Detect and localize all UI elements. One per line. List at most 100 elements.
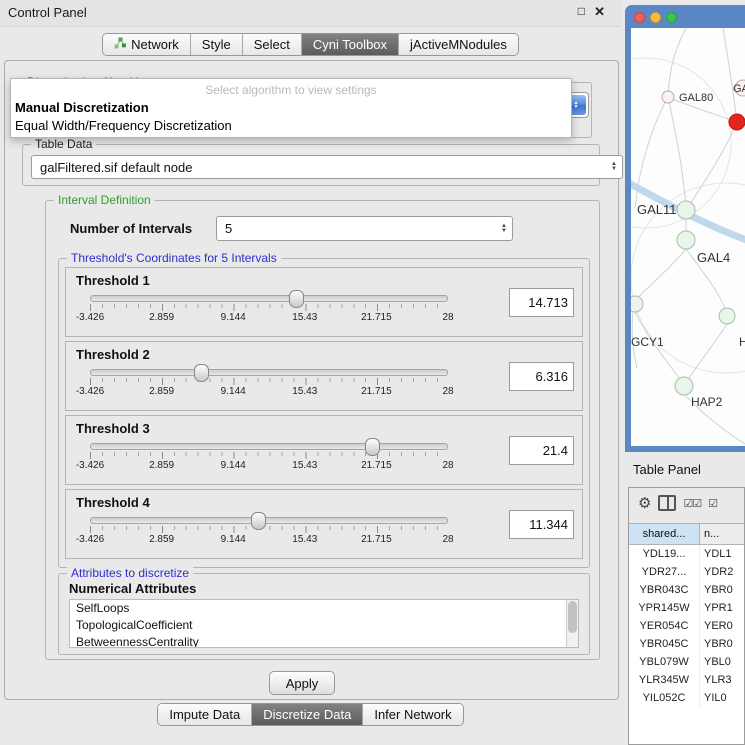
threshold-value-input[interactable]: 6.316 xyxy=(509,362,574,391)
slider-thumb-icon[interactable] xyxy=(194,364,209,382)
float-window-icon[interactable]: □ xyxy=(578,4,585,18)
network-node[interactable] xyxy=(677,231,695,249)
threshold-value-input[interactable]: 21.4 xyxy=(509,436,574,465)
slider-ticks xyxy=(90,378,448,385)
network-node[interactable] xyxy=(719,308,735,324)
table-body: YDL19...YDL1 YDR27...YDR2 YBR043CYBR0 YP… xyxy=(629,545,744,745)
slider-ticks xyxy=(90,304,448,311)
table-data-combobox[interactable]: galFiltered.sif default node ▲▼ xyxy=(31,155,623,179)
scale-tick-label: -3.426 xyxy=(76,534,104,545)
window-title: Control Panel xyxy=(8,5,87,20)
algorithm-dropdown-popup: Select algorithm to view settings Manual… xyxy=(10,78,572,138)
scale-tick-label: 15.43 xyxy=(292,534,317,545)
tab-style[interactable]: Style xyxy=(190,34,242,55)
network-canvas[interactable]: GAL80 GA GAL11 GAL4 GCY1 H HAP2 xyxy=(631,28,745,446)
table-row[interactable]: YBL079WYBL0 xyxy=(629,653,744,671)
scale-tick-label: 2.859 xyxy=(149,312,174,323)
scale-tick-label: 28 xyxy=(442,460,453,471)
table-row[interactable]: YDL19...YDL1 xyxy=(629,545,744,563)
threshold-slider[interactable]: -3.426 2.859 9.144 15.43 21.715 28 xyxy=(90,517,448,546)
slider-track[interactable] xyxy=(90,517,448,524)
tab-impute-data[interactable]: Impute Data xyxy=(158,704,251,725)
slider-thumb-icon[interactable] xyxy=(289,290,304,308)
slider-thumb-icon[interactable] xyxy=(365,438,380,456)
threshold-label: Threshold 1 xyxy=(76,273,150,288)
close-icon[interactable]: ✕ xyxy=(594,4,605,20)
node-label: GAL11 xyxy=(637,202,677,217)
slider-track[interactable] xyxy=(90,369,448,376)
list-scrollbar[interactable] xyxy=(566,600,578,647)
scale-tick-label: -3.426 xyxy=(76,460,104,471)
select-all-checkboxes-icon[interactable]: ☑☑ xyxy=(683,497,701,510)
threshold-panel: Threshold 4 -3.426 2.859 9.144 15.43 21.… xyxy=(65,489,583,559)
scale-tick-label: 2.859 xyxy=(149,386,174,397)
network-node[interactable] xyxy=(675,377,693,395)
list-item[interactable]: BetweennessCentrality xyxy=(70,634,578,648)
tab-discretize-data[interactable]: Discretize Data xyxy=(251,704,362,725)
columns-icon[interactable] xyxy=(658,495,676,511)
app-root: Control Panel □ ✕ Network Style Select C… xyxy=(0,0,745,745)
dropdown-option-equal-width[interactable]: Equal Width/Frequency Discretization xyxy=(11,117,571,135)
slider-track[interactable] xyxy=(90,295,448,302)
threshold-slider[interactable]: -3.426 2.859 9.144 15.43 21.715 28 xyxy=(90,443,448,472)
scale-tick-label: -3.426 xyxy=(76,312,104,323)
slider-thumb-icon[interactable] xyxy=(251,512,266,530)
dropdown-option-manual-discretization[interactable]: Manual Discretization xyxy=(11,99,571,117)
spinner-icon[interactable]: ▲▼ xyxy=(611,162,617,172)
scale-tick-label: -3.426 xyxy=(76,386,104,397)
threshold-slider[interactable]: -3.426 2.859 9.144 15.43 21.715 28 xyxy=(90,295,448,324)
checkbox-icon[interactable]: ☑ xyxy=(708,497,717,510)
number-of-intervals-value: 5 xyxy=(225,221,232,236)
table-panel-window: ⚙ ☑☑ ☑ shared... n... YDL19...YDL1 YDR27… xyxy=(628,487,745,745)
node-label: GCY1 xyxy=(631,335,664,349)
zoom-window-icon[interactable] xyxy=(666,12,677,23)
column-header-n[interactable]: n... xyxy=(700,524,744,544)
scale-tick-label: 9.144 xyxy=(221,534,246,545)
threshold-value-input[interactable]: 11.344 xyxy=(509,510,574,539)
table-row[interactable]: YDR27...YDR2 xyxy=(629,563,744,581)
minimize-window-icon[interactable] xyxy=(650,12,661,23)
threshold-slider[interactable]: -3.426 2.859 9.144 15.43 21.715 28 xyxy=(90,369,448,398)
tab-label: Select xyxy=(254,37,290,52)
threshold-label: Threshold 4 xyxy=(76,495,150,510)
tab-label: Style xyxy=(202,37,231,52)
table-row[interactable]: YBR043CYBR0 xyxy=(629,581,744,599)
network-node[interactable] xyxy=(662,91,674,103)
slider-scale: -3.426 2.859 9.144 15.43 21.715 28 xyxy=(90,534,448,546)
tab-label: Cyni Toolbox xyxy=(313,37,387,52)
tab-infer-network[interactable]: Infer Network xyxy=(362,704,462,725)
interval-definition-group: Interval Definition Number of Intervals … xyxy=(45,200,600,660)
table-row[interactable]: YER054CYER0 xyxy=(629,617,744,635)
threshold-value-input[interactable]: 14.713 xyxy=(509,288,574,317)
tab-jactivemnodules[interactable]: jActiveMNodules xyxy=(398,34,518,55)
list-item[interactable]: SelfLoops xyxy=(70,600,578,617)
network-node-selected[interactable] xyxy=(729,114,745,130)
spinner-icon[interactable]: ▲▼ xyxy=(501,224,507,234)
apply-button[interactable]: Apply xyxy=(269,671,335,695)
scale-tick-label: 9.144 xyxy=(221,460,246,471)
table-row[interactable]: YBR045CYBR0 xyxy=(629,635,744,653)
table-data-group-label: Table Data xyxy=(31,137,96,151)
tab-select[interactable]: Select xyxy=(242,34,301,55)
node-label: GA xyxy=(733,83,745,95)
network-view-window: GAL80 GA GAL11 GAL4 GCY1 H HAP2 xyxy=(625,5,745,452)
threshold-label: Threshold 2 xyxy=(76,347,150,362)
scale-tick-label: 9.144 xyxy=(221,386,246,397)
table-row[interactable]: YIL052CYIL0 xyxy=(629,689,744,707)
slider-track[interactable] xyxy=(90,443,448,450)
gear-icon[interactable]: ⚙ xyxy=(638,494,651,512)
close-window-icon[interactable] xyxy=(634,12,645,23)
table-row[interactable]: YLR345WYLR3 xyxy=(629,671,744,689)
scrollbar-thumb[interactable] xyxy=(568,601,577,633)
attributes-group-label: Attributes to discretize xyxy=(67,566,193,580)
column-header-shared[interactable]: shared... xyxy=(629,524,700,544)
tab-network[interactable]: Network xyxy=(103,34,190,55)
network-node[interactable] xyxy=(677,201,695,219)
attributes-group: Attributes to discretize Numerical Attri… xyxy=(58,573,590,655)
table-row[interactable]: YPR145WYPR1 xyxy=(629,599,744,617)
tab-cyni-toolbox[interactable]: Cyni Toolbox xyxy=(301,34,398,55)
list-item[interactable]: TopologicalCoefficient xyxy=(70,617,578,634)
network-node[interactable] xyxy=(631,296,643,312)
top-tabs-segment: Network Style Select Cyni Toolbox jActiv… xyxy=(102,33,519,56)
number-of-intervals-combobox[interactable]: 5 ▲▼ xyxy=(216,216,513,241)
